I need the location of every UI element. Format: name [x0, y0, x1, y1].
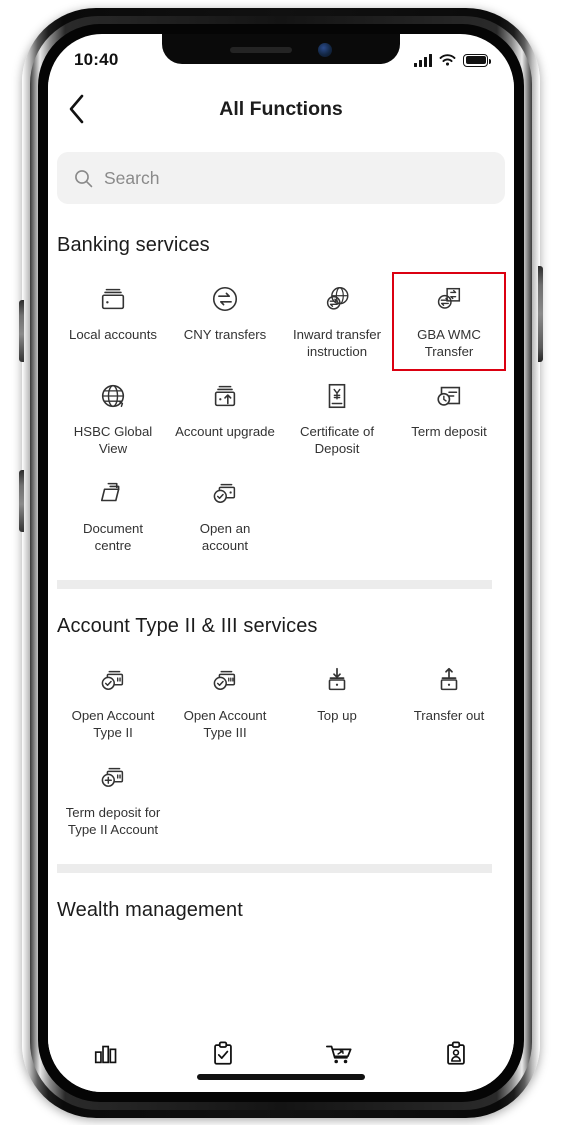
function-item-open-an-account[interactable]: Open an account	[169, 467, 281, 564]
function-item-open-account-type-ii[interactable]: Open Account Type II	[57, 654, 169, 751]
function-label: Open Account Type III	[183, 708, 267, 740]
battery-full-icon	[463, 53, 491, 67]
function-label: CNY transfers	[183, 327, 267, 342]
wallet-check-card-icon	[98, 660, 128, 700]
back-button[interactable]	[48, 81, 104, 137]
function-label: Certificate of Deposit	[299, 424, 375, 456]
function-item-term-deposit[interactable]: Term deposit	[393, 370, 505, 467]
section-account-type-services: Account Type II & III services Open Acco…	[48, 589, 514, 873]
folder-icon	[98, 473, 128, 513]
function-item-transfer-out[interactable]: Transfer out	[393, 654, 505, 751]
status-indicators	[414, 53, 491, 67]
exchange-document-icon	[434, 279, 464, 319]
function-label: GBA WMC Transfer	[417, 327, 481, 359]
function-item-local-accounts[interactable]: Local accounts	[57, 273, 169, 370]
shopping-cart-icon	[326, 1045, 352, 1064]
function-item-open-account-type-iii[interactable]: Open Account Type III	[169, 654, 281, 751]
section-divider	[57, 864, 492, 873]
function-item-inward-transfer-instruction[interactable]: Inward transfer instruction	[281, 273, 393, 370]
clipboard-check-icon	[213, 1041, 232, 1065]
globe-icon	[98, 376, 128, 416]
section-banking-services: Banking services Local accounts CNY tran…	[48, 204, 514, 589]
wifi-icon	[439, 54, 456, 66]
function-label: HSBC Global View	[73, 424, 153, 456]
earpiece-speaker-icon	[230, 47, 292, 53]
clipboard-person-icon	[446, 1041, 465, 1065]
function-label: Local accounts	[69, 327, 157, 342]
wallet-check-card3-icon	[210, 660, 240, 700]
globe-exchange-icon	[322, 279, 352, 319]
volume-up-button[interactable]	[19, 300, 24, 362]
function-item-gba-wmc-transfer[interactable]: GBA WMC Transfer	[392, 272, 506, 371]
arrow-down-box-icon	[322, 660, 352, 700]
power-button[interactable]	[538, 266, 543, 362]
bar-chart-icon	[95, 1045, 117, 1064]
function-item-hsbc-global-view[interactable]: HSBC Global View	[57, 370, 169, 467]
function-item-term-deposit-type-ii[interactable]: Term deposit for Type II Account	[57, 751, 169, 848]
scroll-content[interactable]: Search Banking services Local accounts C…	[48, 138, 514, 1034]
function-item-account-upgrade[interactable]: Account upgrade	[169, 370, 281, 467]
home-indicator	[197, 1074, 365, 1080]
function-item-certificate-of-deposit[interactable]: Certificate of Deposit	[281, 370, 393, 467]
bottom-tab-bar	[48, 1034, 514, 1092]
function-label: Inward transfer instruction	[293, 327, 381, 359]
section-title: Wealth management	[57, 899, 243, 921]
functions-grid: Local accounts CNY transfers Inward tran…	[57, 272, 506, 564]
search-placeholder: Search	[104, 167, 160, 188]
section-title: Banking services	[57, 234, 210, 256]
wallet-up-arrow-icon	[210, 376, 240, 416]
function-label: Open Account Type II	[71, 708, 155, 740]
signal-bars-icon	[414, 53, 432, 67]
device-notch	[162, 34, 400, 64]
tab-clipboard-person[interactable]	[398, 1040, 515, 1068]
phone-screen: 10:40 All Functions Search Banking servi…	[48, 34, 514, 1092]
wallet-check-icon	[210, 473, 240, 513]
function-label: Open an account	[199, 521, 251, 553]
transfer-circle-icon	[210, 279, 240, 319]
function-label: Document centre	[82, 521, 144, 553]
functions-grid: Open Account Type II Open Account Type I…	[57, 654, 505, 848]
front-camera-icon	[318, 43, 332, 57]
tab-shopping-cart[interactable]	[281, 1040, 398, 1068]
search-input[interactable]: Search	[57, 152, 505, 204]
function-label: Top up	[317, 708, 357, 723]
function-label: Transfer out	[413, 708, 485, 723]
function-item-top-up[interactable]: Top up	[281, 654, 393, 751]
tab-bar-chart[interactable]	[48, 1040, 165, 1068]
function-label: Term deposit for Type II Account	[65, 805, 161, 837]
wallet-plus-card-icon	[98, 757, 128, 797]
function-item-document-centre[interactable]: Document centre	[57, 467, 169, 564]
tab-clipboard-check[interactable]	[165, 1040, 282, 1068]
clock-document-icon	[434, 376, 464, 416]
section-wealth-management: Wealth management	[48, 873, 514, 938]
navigation-bar: All Functions	[48, 80, 514, 138]
yen-certificate-icon	[322, 376, 352, 416]
volume-down-button[interactable]	[19, 470, 24, 532]
search-container: Search	[48, 138, 514, 204]
section-divider	[57, 580, 492, 589]
search-icon	[75, 169, 93, 187]
section-title: Account Type II & III services	[57, 615, 318, 637]
status-time: 10:40	[74, 50, 119, 69]
chevron-left-icon	[69, 94, 83, 124]
function-label: Account upgrade	[175, 424, 275, 439]
wallet-icon	[98, 279, 128, 319]
page-title: All Functions	[219, 97, 343, 120]
screenshot-root: 10:40 All Functions Search Banking servi…	[0, 0, 562, 1125]
arrow-up-box-icon	[434, 660, 464, 700]
function-item-cny-transfers[interactable]: CNY transfers	[169, 273, 281, 370]
function-label: Term deposit	[411, 424, 487, 439]
